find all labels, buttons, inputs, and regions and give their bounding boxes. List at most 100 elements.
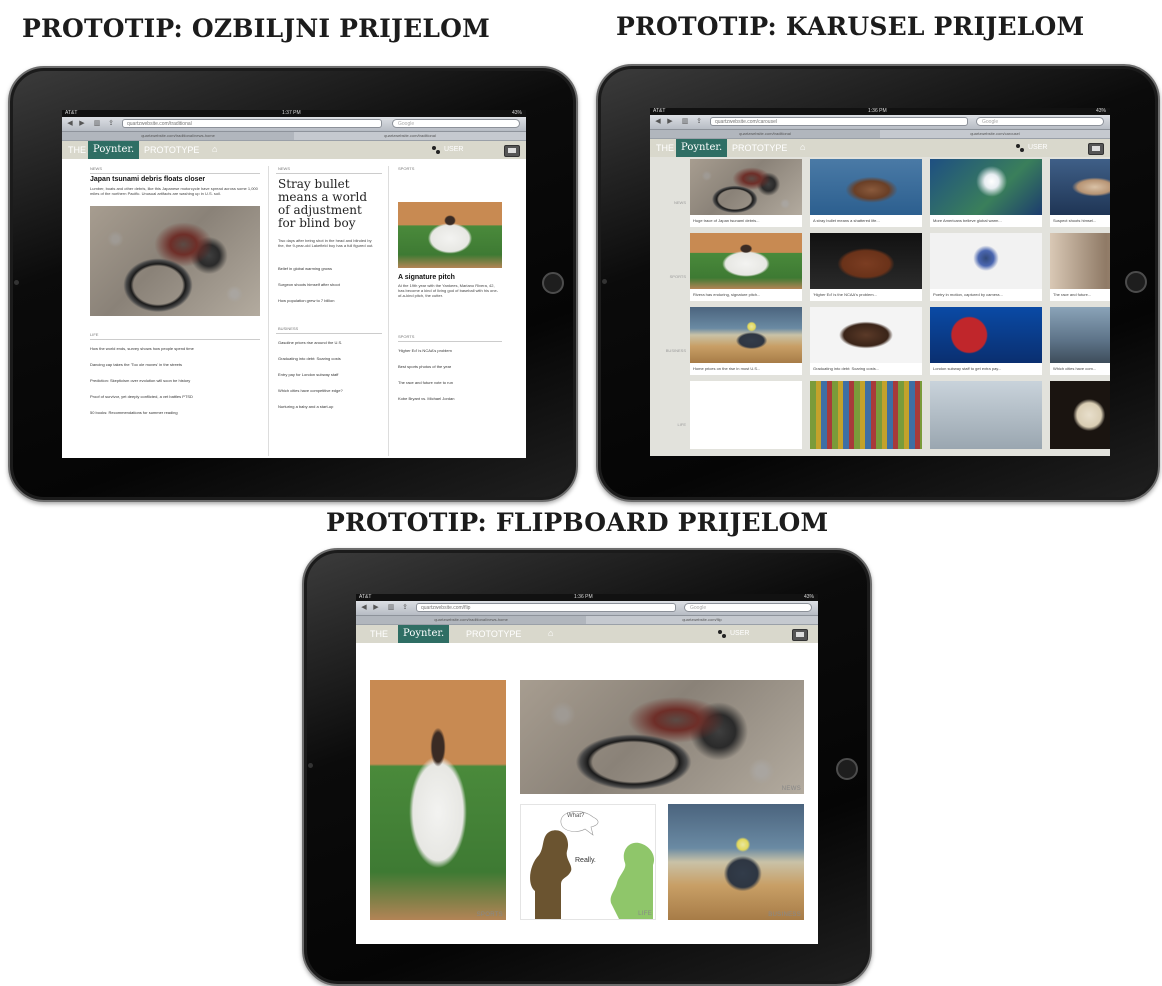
url-field[interactable]: quartzwebsite.com/carousel <box>710 117 968 126</box>
carousel-tile[interactable]: Graduating into debt: Soaring costs... <box>810 307 922 375</box>
carousel-photo <box>810 307 922 363</box>
user-label[interactable]: USER <box>444 141 463 159</box>
google-search-field[interactable]: Google <box>392 119 520 128</box>
carousel-tile[interactable]: Rivera has enduring, signature pitch... <box>690 233 802 301</box>
share-icon[interactable]: ⇪ <box>400 604 410 612</box>
mail-icon[interactable] <box>504 145 520 157</box>
forward-icon[interactable]: ▶ <box>665 118 675 126</box>
tile-sports[interactable]: SPORTS <box>370 680 506 920</box>
poynter-logo[interactable]: Poynter. <box>88 141 140 159</box>
url-field[interactable]: quartzwebsite.com/traditional <box>122 119 382 128</box>
sports-link[interactable]: Kobe Bryant vs. Michael Jordan <box>398 396 502 401</box>
mail-icon[interactable] <box>1088 143 1104 155</box>
poynter-logo[interactable]: Poynter. <box>676 139 728 157</box>
bookmarks-icon[interactable]: ▥ <box>680 118 690 126</box>
life-link[interactable]: How the world ends, survey shows how peo… <box>90 346 260 351</box>
home-icon[interactable]: ⌂ <box>212 144 217 154</box>
life-link[interactable]: Prediction: Skepticism over evolution wi… <box>90 378 260 383</box>
deck-stray-bullet: Two days after being shot in the head an… <box>278 238 374 248</box>
tile-news[interactable]: NEWS <box>520 680 804 794</box>
section-life: LIFE <box>90 332 99 337</box>
carousel-tile[interactable]: A stray bullet means a shattered life... <box>810 159 922 227</box>
back-icon[interactable]: ◀ <box>653 118 663 126</box>
settings-icon[interactable] <box>718 630 726 638</box>
carousel-tile[interactable]: Suspect shoots himsel... <box>1050 159 1110 227</box>
browser-toolbar: ◀ ▶ ▥ ⇪ quartzwebsite.com/carousel Googl… <box>650 115 1110 130</box>
screen-serious: AT&T 1:37 PM 43% ◀ ▶ ▥ ⇪ quartzwebsite.c… <box>62 110 526 458</box>
carousel-photo <box>690 381 802 449</box>
home-button[interactable] <box>836 758 858 780</box>
business-link[interactable]: Gasoline prices rise around the U.S. <box>278 340 378 345</box>
headline-stray-bullet[interactable]: Stray bullet means a world of adjustment… <box>278 178 378 230</box>
carousel-tile[interactable]: Poetry in motion, captured by camera... <box>930 233 1042 301</box>
share-icon[interactable]: ⇪ <box>694 118 704 126</box>
camera-dot <box>602 279 607 284</box>
headline-tsunami[interactable]: Japan tsunami debris floats closer <box>90 176 260 183</box>
google-search-field[interactable]: Google <box>976 117 1104 126</box>
camera-dot <box>308 763 313 768</box>
back-icon[interactable]: ◀ <box>359 604 369 612</box>
user-label[interactable]: USER <box>730 625 749 643</box>
carousel-tile[interactable]: Home prices on the rise in most U.S... <box>690 307 802 375</box>
carousel-tile[interactable]: More Americans believe global warm... <box>930 159 1042 227</box>
business-link[interactable]: Entry pay for London subway staff <box>278 372 378 377</box>
tile-life[interactable]: What? Really. LIFE <box>520 804 656 920</box>
business-link[interactable]: Nurturing a baby and a start-up <box>278 404 378 409</box>
carousel-tile[interactable]: The race and future... <box>1050 233 1110 301</box>
section-business: BUSINESS <box>278 326 299 331</box>
life-link[interactable]: 50 books: Recommendations for summer rea… <box>90 410 260 415</box>
column-divider <box>388 166 389 456</box>
poynter-logo[interactable]: Poynter. <box>398 625 450 643</box>
bookmarks-icon[interactable]: ▥ <box>92 120 102 128</box>
tab-2[interactable]: quartzwebsite.com/carousel <box>880 130 1110 138</box>
settings-icon[interactable] <box>1016 144 1024 152</box>
carousel-tile[interactable] <box>690 381 802 449</box>
sports-link[interactable]: The race and future vote to run <box>398 380 502 385</box>
forward-icon[interactable]: ▶ <box>77 120 87 128</box>
screen-carousel: AT&T 1:36 PM 43% ◀ ▶ ▥ ⇪ quartzwebsite.c… <box>650 108 1110 456</box>
carousel-tile[interactable]: Which cities have com... <box>1050 307 1110 375</box>
carousel-caption: 'Higher Ed' is the NCAA's problem... <box>813 292 877 297</box>
headline-signature-pitch[interactable]: A signature pitch <box>398 274 502 281</box>
share-icon[interactable]: ⇪ <box>106 120 116 128</box>
carousel-photo <box>690 233 802 289</box>
carousel-tile[interactable] <box>1050 381 1110 449</box>
tab-1[interactable]: quartzwebsite.com/traditional <box>650 130 880 138</box>
sports-link[interactable]: Best sports photos of the year <box>398 364 502 369</box>
tile-business[interactable]: BUSINESS <box>668 804 804 920</box>
google-search-field[interactable]: Google <box>684 603 812 612</box>
tab-bar: quartzwebsite.com/traditional quartzwebs… <box>650 130 1110 139</box>
photo-debris[interactable] <box>90 206 260 316</box>
tab-1[interactable]: quartzwebsite.com/traditional/news-home <box>62 132 294 140</box>
settings-icon[interactable] <box>432 146 440 154</box>
life-link[interactable]: Dancing cap takes the 'Too ole moves' in… <box>90 362 260 367</box>
home-icon[interactable]: ⌂ <box>800 142 805 152</box>
home-button[interactable] <box>1125 271 1147 293</box>
back-icon[interactable]: ◀ <box>65 120 75 128</box>
carousel-row-label: SPORTS <box>669 274 686 279</box>
carousel-tile[interactable] <box>810 381 922 449</box>
life-link[interactable]: Proof of survivor, yet deeply conflicted… <box>90 394 260 399</box>
divider <box>276 173 382 174</box>
business-link[interactable]: Which cities have competitive edge? <box>278 388 378 393</box>
tab-2[interactable]: quartzwebsite.com/flip <box>586 616 818 624</box>
news-link[interactable]: Belief in global warming grows <box>278 266 378 271</box>
photo-pitcher[interactable] <box>398 202 502 268</box>
business-link[interactable]: Graduating into debt: Soaring costs <box>278 356 378 361</box>
carousel-tile[interactable] <box>930 381 1042 449</box>
news-link[interactable]: Surgeon shoots himself after shoot <box>278 282 378 287</box>
carousel-tile[interactable]: Huge trace of Japan tsunami debris... <box>690 159 802 227</box>
news-link[interactable]: How population grew to 7 billion <box>278 298 378 303</box>
mail-icon[interactable] <box>792 629 808 641</box>
sports-link[interactable]: 'Higher Ed' is NCAA's problem <box>398 348 502 353</box>
home-icon[interactable]: ⌂ <box>548 628 553 638</box>
forward-icon[interactable]: ▶ <box>371 604 381 612</box>
bookmarks-icon[interactable]: ▥ <box>386 604 396 612</box>
url-field[interactable]: quartzwebsite.com/flip <box>416 603 676 612</box>
carousel-tile[interactable]: London subway staff to get extra pay... <box>930 307 1042 375</box>
carousel-tile[interactable]: 'Higher Ed' is the NCAA's problem... <box>810 233 922 301</box>
home-button[interactable] <box>542 272 564 294</box>
tab-2[interactable]: quartzwebsite.com/traditional <box>294 132 526 140</box>
tab-1[interactable]: quartzwebsite.com/traditional/news-home <box>356 616 586 624</box>
user-label[interactable]: USER <box>1028 139 1047 157</box>
